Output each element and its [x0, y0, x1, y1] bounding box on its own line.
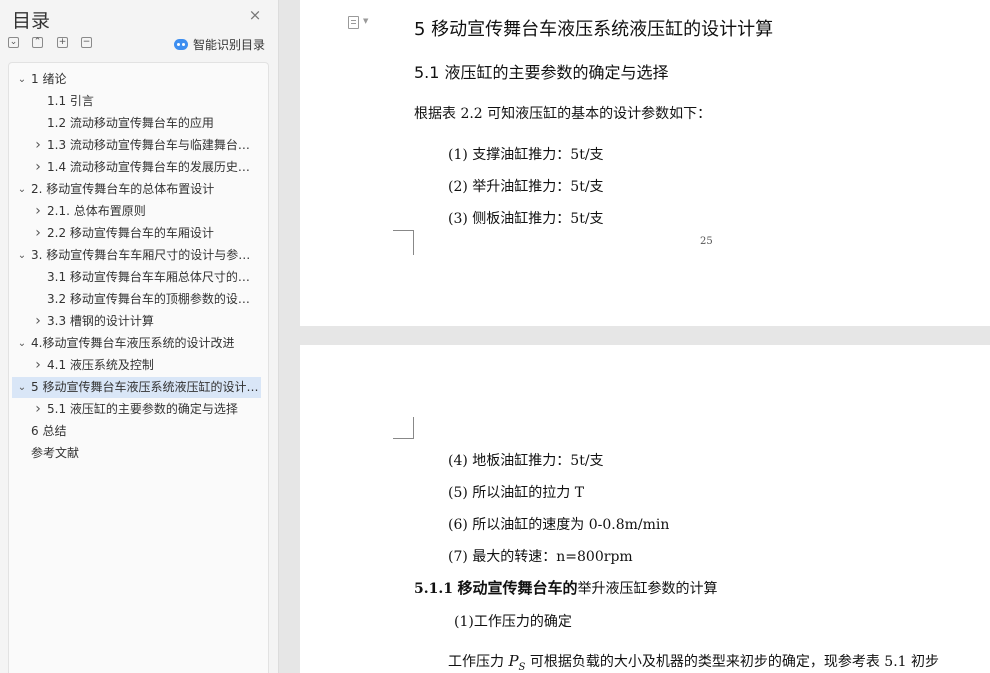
- chevron-down-icon[interactable]: ⌄: [17, 69, 27, 90]
- toc-item-label: 2. 移动宣传舞台车的总体布置设计: [31, 182, 215, 196]
- document-page-26: (4) 地板油缸推力：5t/支 (5) 所以油缸的拉力 T (6) 所以油缸的速…: [300, 345, 990, 673]
- paragraph-text: 工作压力: [448, 654, 509, 670]
- smart-recognize-toc-button[interactable]: 智能识别目录: [174, 36, 265, 52]
- heading3-bold-text: 移动宣传舞台车的: [457, 579, 578, 597]
- remove-level-icon[interactable]: −: [81, 37, 92, 48]
- collapse-all-icon[interactable]: ⌄: [8, 37, 19, 48]
- paragraph-text: 可根据负载的大小及机器的类型来初步的确定，现参考表 5.1 初步: [525, 654, 940, 670]
- toc-item[interactable]: › 2.2 移动宣传舞台车的车厢设计: [12, 223, 261, 244]
- toc-tree: ⌄ 1 绪论 1.1 引言 1.2 流动移动宣传舞台车的应用 › 1.3 流动移动宣传舞台…: [8, 62, 269, 673]
- toc-item[interactable]: › 5.1 液压缸的主要参数的确定与选择: [12, 399, 261, 420]
- expand-all-icon[interactable]: ⌃: [32, 37, 43, 48]
- toc-item[interactable]: › 2.1. 总体布置原则: [12, 201, 261, 222]
- toc-item[interactable]: › 3.3 槽钢的设计计算: [12, 311, 261, 332]
- toc-item[interactable]: › 1.4 流动移动宣传舞台车的发展历史及现状: [12, 157, 261, 178]
- toc-item[interactable]: 1.2 流动移动宣传舞台车的应用: [12, 113, 261, 134]
- toc-item[interactable]: ⌄ 5 移动宣传舞台车液压系统液压缸的设计计算: [12, 377, 261, 398]
- list-item: (6) 所以油缸的速度为 0-0.8m/min: [448, 517, 670, 533]
- toc-item-label: 3.3 槽钢的设计计算: [47, 314, 154, 328]
- close-icon[interactable]: ×: [248, 8, 262, 23]
- smart-robot-icon: [174, 38, 188, 50]
- toc-item-label: 1.4 流动移动宣传舞台车的发展历史及现状: [47, 160, 261, 174]
- smart-recognize-label: 智能识别目录: [193, 37, 266, 52]
- toc-item[interactable]: ⌄ 3. 移动宣传舞台车车厢尺寸的设计与参数计算: [12, 245, 261, 266]
- toc-item-label: 2.1. 总体布置原则: [47, 204, 146, 218]
- chevron-down-icon[interactable]: ⌄: [17, 333, 27, 354]
- chevron-right-icon[interactable]: ›: [33, 355, 43, 376]
- toc-title: 目录: [12, 10, 51, 32]
- heading3-rest-text: 举升液压缸参数的计算: [577, 581, 718, 597]
- toc-item[interactable]: 6 总结: [12, 421, 261, 442]
- page-outline-icon[interactable]: [348, 16, 359, 29]
- document-page-25: ▼ 5 移动宣传舞台车液压系统液压缸的设计计算 5.1 液压缸的主要参数的确定与…: [300, 0, 990, 326]
- subheading: (1)工作压力的确定: [454, 614, 572, 630]
- list-item: (2) 举升油缸推力：5t/支: [448, 179, 604, 195]
- toc-item[interactable]: ⌄ 4.移动宣传舞台车液压系统的设计改进: [12, 333, 261, 354]
- chevron-right-icon[interactable]: ›: [33, 223, 43, 244]
- list-item: (4) 地板油缸推力：5t/支: [448, 453, 604, 469]
- chevron-right-icon[interactable]: ›: [33, 311, 43, 332]
- list-item: (1) 支撑油缸推力：5t/支: [448, 147, 604, 163]
- toc-item-label: 1 绪论: [31, 72, 67, 86]
- toc-item-label: 5 移动宣传舞台车液压系统液压缸的设计计算: [31, 380, 261, 394]
- list-item: (7) 最大的转速：n=800rpm: [448, 549, 633, 565]
- chevron-down-icon[interactable]: ⌄: [17, 245, 27, 266]
- chevron-right-icon[interactable]: ›: [33, 135, 43, 156]
- paragraph-intro: 根据表 2.2 可知液压缸的基本的设计参数如下：: [414, 106, 712, 122]
- add-level-icon[interactable]: +: [57, 37, 68, 48]
- toc-item-label: 参考文献: [31, 446, 80, 460]
- variable-p: P: [508, 652, 519, 670]
- heading-level3: 5.1.1 移动宣传舞台车的举升液压缸参数的计算: [414, 577, 717, 598]
- heading-level1: 5 移动宣传舞台车液压系统液压缸的设计计算: [414, 19, 774, 40]
- toc-item[interactable]: 1.1 引言: [12, 91, 261, 112]
- toc-item-label: 1.1 引言: [47, 94, 94, 108]
- chevron-down-icon[interactable]: ⌄: [17, 377, 27, 398]
- toc-item-label: 4.1 液压系统及控制: [47, 358, 154, 372]
- list-item: (5) 所以油缸的拉力 T: [448, 485, 585, 501]
- heading3-number: 5.1.1: [414, 581, 453, 597]
- chevron-right-icon[interactable]: ›: [33, 201, 43, 222]
- toc-item-label: 3.1 移动宣传舞台车车厢总体尺寸的确定: [47, 270, 261, 284]
- crop-mark: [393, 417, 414, 439]
- toc-item-label: 5.1 液压缸的主要参数的确定与选择: [47, 402, 238, 416]
- toc-item[interactable]: ⌄ 2. 移动宣传舞台车的总体布置设计: [12, 179, 261, 200]
- toc-item[interactable]: 3.2 移动宣传舞台车的顶棚参数的设计计算: [12, 289, 261, 310]
- chevron-right-icon[interactable]: ›: [33, 399, 43, 420]
- toc-item-label: 1.2 流动移动宣传舞台车的应用: [47, 116, 214, 130]
- toc-item[interactable]: ⌄ 1 绪论: [12, 69, 261, 90]
- toc-item-label: 3.2 移动宣传舞台车的顶棚参数的设计计算: [47, 292, 261, 306]
- toc-item-label: 6 总结: [31, 424, 67, 438]
- chevron-right-icon[interactable]: ›: [33, 157, 43, 178]
- toc-item-label: 3. 移动宣传舞台车车厢尺寸的设计与参数计算: [31, 248, 261, 262]
- toc-item-label: 4.移动宣传舞台车液压系统的设计改进: [31, 336, 235, 350]
- toc-item[interactable]: 参考文献: [12, 443, 261, 464]
- paragraph-pressure: 工作压力 PS 可根据负载的大小及机器的类型来初步的确定，现参考表 5.1 初步: [448, 651, 939, 673]
- page-number: 25: [700, 236, 713, 247]
- list-item: (3) 侧板油缸推力：5t/支: [448, 211, 604, 227]
- toc-item-label: 2.2 移动宣传舞台车的车厢设计: [47, 226, 214, 240]
- toc-sidebar: 目录 × ⌄ ⌃ + − 智能识别目录 ⌄ 1 绪论 1.1 引言 1.2 流动移动宣…: [0, 0, 279, 673]
- toc-item[interactable]: › 1.3 流动移动宣传舞台车与临建舞台的对比: [12, 135, 261, 156]
- chevron-down-icon[interactable]: ▼: [363, 17, 368, 25]
- toc-item[interactable]: 3.1 移动宣传舞台车车厢总体尺寸的确定: [12, 267, 261, 288]
- chevron-down-icon[interactable]: ⌄: [17, 179, 27, 200]
- crop-mark: [393, 230, 414, 255]
- toc-item[interactable]: › 4.1 液压系统及控制: [12, 355, 261, 376]
- heading-level2: 5.1 液压缸的主要参数的确定与选择: [414, 63, 669, 82]
- toc-item-label: 1.3 流动移动宣传舞台车与临建舞台的对比: [47, 138, 261, 152]
- document-canvas[interactable]: ▼ 5 移动宣传舞台车液压系统液压缸的设计计算 5.1 液压缸的主要参数的确定与…: [280, 0, 990, 673]
